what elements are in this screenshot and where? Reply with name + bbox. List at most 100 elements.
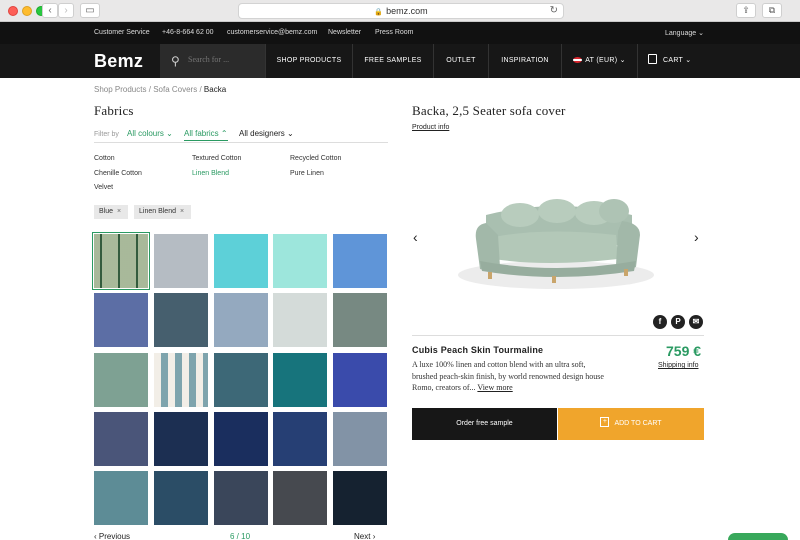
browser-toolbar: ‹ › ▭ 🔒 bemz.com ↻ ⇪ ⧉	[0, 0, 800, 22]
customer-service-link[interactable]: Customer Service	[94, 29, 150, 36]
fabric-swatch[interactable]	[154, 412, 208, 466]
fabric-swatch[interactable]	[214, 471, 268, 525]
nav-inspiration[interactable]: INSPIRATION	[488, 44, 561, 78]
breadcrumb-separator: /	[199, 85, 202, 94]
back-button[interactable]: ‹	[42, 3, 58, 18]
pinterest-share-icon[interactable]: P	[671, 315, 685, 329]
breadcrumb-shop-products[interactable]: Shop Products	[94, 85, 146, 94]
newsletter-link[interactable]: Newsletter	[328, 29, 361, 36]
chevron-right-icon: ›	[372, 532, 376, 540]
fabric-filter-label: All fabrics	[184, 129, 219, 138]
close-icon[interactable]: ×	[117, 208, 121, 215]
fabric-swatch[interactable]	[94, 471, 148, 525]
active-filter-tag: Blue ×	[94, 205, 128, 219]
share-button[interactable]: ⇪	[736, 3, 756, 18]
fabric-swatch[interactable]	[333, 293, 387, 347]
chevron-down-icon: ⌄	[698, 30, 704, 37]
tag-label: Linen Blend	[139, 208, 176, 215]
search-box[interactable]: ⚲	[160, 44, 265, 78]
nav-free-samples[interactable]: FREE SAMPLES	[352, 44, 433, 78]
fabric-swatch[interactable]	[214, 412, 268, 466]
url-text: bemz.com	[386, 6, 428, 16]
bemz-logo[interactable]: Bemz	[94, 51, 143, 72]
filter-bar: Filter by All colours ⌄ All fabrics ⌃ Al…	[94, 129, 388, 143]
fabric-swatch[interactable]	[154, 471, 208, 525]
colour-filter[interactable]: All colours ⌄	[127, 129, 173, 138]
tabs-button[interactable]: ⧉	[762, 3, 782, 18]
shopping-bag-icon	[648, 54, 657, 65]
austria-flag-icon	[573, 57, 583, 64]
phone-link[interactable]: +46-8-664 62 00	[162, 29, 214, 36]
product-info-link[interactable]: Product info	[412, 124, 449, 131]
nav-outlet[interactable]: OUTLET	[433, 44, 488, 78]
chevron-left-icon: ‹	[48, 5, 52, 16]
order-free-sample-button[interactable]: Order free sample	[412, 408, 557, 440]
fabric-type-cotton[interactable]: Cotton	[94, 155, 115, 162]
fabric-type-recycled-cotton[interactable]: Recycled Cotton	[290, 155, 341, 162]
currency-selector[interactable]: AT (EUR) ⌄	[561, 44, 638, 78]
search-icon: ⚲	[171, 54, 180, 68]
fabric-swatch[interactable]	[333, 353, 387, 407]
fabric-filter[interactable]: All fabrics ⌃	[184, 129, 228, 141]
filter-by-label: Filter by	[94, 131, 119, 138]
tag-label: Blue	[99, 208, 114, 215]
cart-label: CART	[663, 57, 684, 64]
breadcrumb-sofa-covers[interactable]: Sofa Covers	[153, 85, 197, 94]
nav-shop-products[interactable]: SHOP PRODUCTS	[265, 44, 352, 78]
carousel-next-button[interactable]: ›	[694, 229, 699, 245]
forward-button[interactable]: ›	[58, 3, 74, 18]
colour-filter-label: All colours	[127, 129, 164, 138]
language-label: Language	[665, 30, 697, 37]
press-room-link[interactable]: Press Room	[375, 29, 414, 36]
email-share-icon[interactable]: ✉	[689, 315, 703, 329]
divider	[412, 335, 704, 336]
fabric-swatch[interactable]	[94, 353, 148, 407]
fabric-type-textured-cotton[interactable]: Textured Cotton	[192, 155, 241, 162]
sidebar-icon: ▭	[85, 5, 95, 16]
next-page-button[interactable]: Next ›	[354, 532, 375, 540]
close-window-button[interactable]	[8, 6, 18, 16]
close-icon[interactable]: ×	[180, 208, 184, 215]
address-bar[interactable]: 🔒 bemz.com ↻	[238, 3, 564, 19]
breadcrumb-separator: /	[148, 85, 151, 94]
language-selector[interactable]: Language ⌄	[665, 29, 704, 37]
fabric-swatch[interactable]	[273, 353, 327, 407]
tabs-icon: ⧉	[768, 5, 776, 15]
fabric-swatch[interactable]	[94, 412, 148, 466]
facebook-share-icon[interactable]: f	[653, 315, 667, 329]
carousel-prev-button[interactable]: ‹	[413, 229, 418, 245]
fabric-swatch[interactable]	[214, 234, 268, 288]
fabric-swatch[interactable]	[333, 412, 387, 466]
fabric-type-pure-linen[interactable]: Pure Linen	[290, 170, 324, 177]
sidebar-button[interactable]: ▭	[80, 3, 100, 18]
fabric-type-velvet[interactable]: Velvet	[94, 184, 113, 191]
chevron-right-icon: ›	[64, 5, 68, 16]
fabric-swatch[interactable]	[214, 293, 268, 347]
email-link[interactable]: customerservice@bemz.com	[227, 29, 317, 36]
fabric-swatch[interactable]	[92, 232, 150, 290]
chat-widget-button[interactable]	[728, 533, 788, 540]
fabric-type-linen-blend[interactable]: Linen Blend	[192, 170, 229, 177]
reload-icon[interactable]: ↻	[550, 4, 558, 18]
fabric-swatch[interactable]	[154, 353, 208, 407]
fabric-swatch[interactable]	[154, 234, 208, 288]
designer-filter[interactable]: All designers ⌄	[239, 129, 294, 138]
fabric-swatch[interactable]	[273, 293, 327, 347]
chevron-left-icon: ‹	[413, 229, 418, 245]
fabric-swatch[interactable]	[154, 293, 208, 347]
fabric-swatch[interactable]	[273, 412, 327, 466]
cart-button[interactable]: CART ⌄	[638, 44, 704, 78]
search-input[interactable]	[188, 55, 260, 64]
view-more-link[interactable]: View more	[477, 383, 512, 392]
previous-page-button[interactable]: ‹ Previous	[94, 532, 130, 540]
fabric-swatch[interactable]	[273, 471, 327, 525]
fabric-swatch[interactable]	[273, 234, 327, 288]
fabric-swatch[interactable]	[333, 234, 387, 288]
minimize-window-button[interactable]	[22, 6, 32, 16]
fabric-swatch[interactable]	[214, 353, 268, 407]
add-to-cart-button[interactable]: + ADD TO CART	[558, 408, 704, 440]
fabric-swatch[interactable]	[94, 293, 148, 347]
shipping-info-link[interactable]: Shipping info	[658, 362, 698, 369]
fabric-type-chenille-cotton[interactable]: Chenille Cotton	[94, 170, 142, 177]
fabric-swatch[interactable]	[333, 471, 387, 525]
